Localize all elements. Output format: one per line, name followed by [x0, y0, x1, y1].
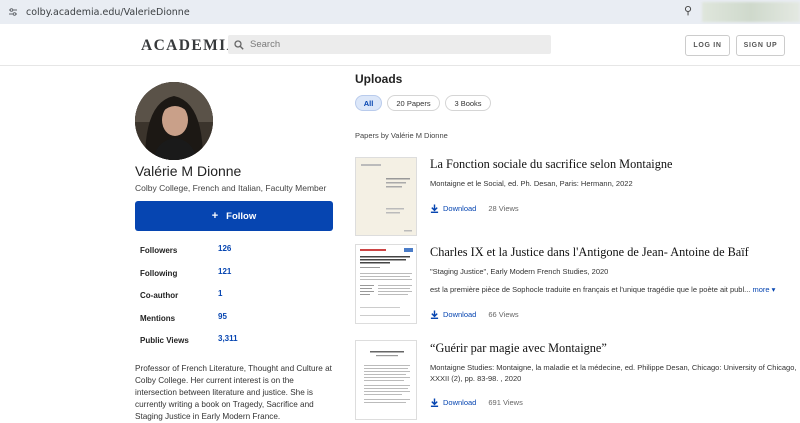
download-label: Download: [443, 398, 477, 407]
follow-label: Follow: [226, 210, 257, 222]
paper-actions: Download 691 Views: [430, 398, 523, 407]
stat-value[interactable]: 95: [218, 312, 227, 321]
academia-logo[interactable]: ACADEMIA: [141, 37, 239, 55]
paper-title[interactable]: “Guérir par magie avec Montaigne”: [430, 341, 607, 356]
stat-value[interactable]: 126: [218, 244, 231, 253]
plus-icon: +: [211, 210, 219, 222]
extensions-area: [702, 2, 800, 22]
search-icon: [234, 39, 244, 50]
profile-bio: Professor of French Literature, Thought …: [135, 364, 332, 421]
view-count: 66 Views: [488, 310, 519, 319]
paper-snippet: est la première pièce de Sophocle tradui…: [430, 285, 775, 294]
profile-name: Valérie M Dionne: [135, 163, 242, 179]
more-link[interactable]: more ▾: [752, 285, 775, 294]
bookmark-icon[interactable]: ⚲: [684, 4, 692, 17]
tab-all[interactable]: All: [355, 95, 382, 111]
profile-stats: Followers 126 Following 121 Co-author 1 …: [140, 244, 340, 357]
stat-followers[interactable]: Followers 126: [140, 244, 340, 267]
stat-label: Mentions: [140, 313, 176, 323]
download-link[interactable]: Download: [430, 204, 476, 213]
paper-meta: Montaigne et le Social, ed. Ph. Desan, P…: [430, 179, 633, 188]
stat-label: Public Views: [140, 336, 189, 345]
log-in-button[interactable]: LOG IN: [685, 35, 730, 56]
stat-mentions[interactable]: Mentions 95: [140, 312, 340, 335]
stat-following[interactable]: Following 121: [140, 267, 340, 290]
site-header: ACADEMIA LOG IN SIGN UP: [0, 24, 800, 66]
sign-up-button[interactable]: SIGN UP: [736, 35, 785, 56]
paper-meta: "Staging Justice", Early Modern French S…: [430, 267, 609, 276]
url-text[interactable]: colby.academia.edu/ValerieDionne: [26, 7, 190, 18]
paper-thumbnail[interactable]: [355, 340, 417, 420]
download-link[interactable]: Download: [430, 310, 476, 319]
download-icon: [430, 398, 439, 407]
chevron-down-icon: ▾: [771, 285, 776, 294]
view-count: 691 Views: [488, 398, 523, 407]
papers-by-heading: Papers by Valérie M Dionne: [355, 131, 448, 140]
stat-label: Co-author: [140, 291, 179, 300]
search-bar[interactable]: [228, 35, 551, 54]
stat-co-author[interactable]: Co-author 1: [140, 289, 340, 312]
search-input[interactable]: [250, 39, 540, 50]
download-link[interactable]: Download: [430, 398, 476, 407]
download-label: Download: [443, 204, 477, 213]
browser-address-bar: colby.academia.edu/ValerieDionne ⚲: [0, 0, 800, 24]
site-settings-icon[interactable]: [6, 5, 20, 19]
stat-label: Followers: [140, 246, 178, 255]
stat-label: Following: [140, 268, 178, 278]
tab-books[interactable]: 3 Books: [445, 95, 491, 111]
paper-actions: Download 28 Views: [430, 204, 519, 213]
download-icon: [430, 204, 439, 213]
follow-button[interactable]: + Follow: [135, 201, 333, 231]
stat-value[interactable]: 1: [218, 289, 222, 298]
stat-public-views[interactable]: Public Views 3,311: [140, 334, 340, 357]
paper-title[interactable]: La Fonction sociale du sacrifice selon M…: [430, 157, 672, 172]
uploads-heading: Uploads: [355, 72, 403, 86]
paper-thumbnail[interactable]: [355, 244, 417, 324]
paper-meta: Montaigne Studies: Montaigne, la maladie…: [430, 363, 797, 383]
download-label: Download: [443, 310, 477, 319]
profile-affiliation[interactable]: Colby College, French and Italian, Facul…: [135, 183, 326, 193]
download-icon: [430, 310, 439, 319]
snippet-text: est la première pièce de Sophocle tradui…: [430, 285, 751, 294]
stat-value[interactable]: 121: [218, 267, 231, 276]
tab-papers[interactable]: 20 Papers: [387, 95, 440, 111]
paper-actions: Download 66 Views: [430, 310, 519, 319]
stat-value[interactable]: 3,311: [218, 334, 238, 343]
avatar: [135, 82, 213, 160]
view-count: 28 Views: [488, 204, 519, 213]
uploads-filter-tabs: All 20 Papers 3 Books: [355, 95, 496, 111]
paper-thumbnail[interactable]: [355, 157, 417, 236]
paper-title[interactable]: Charles IX et la Justice dans l'Antigone…: [430, 245, 749, 260]
